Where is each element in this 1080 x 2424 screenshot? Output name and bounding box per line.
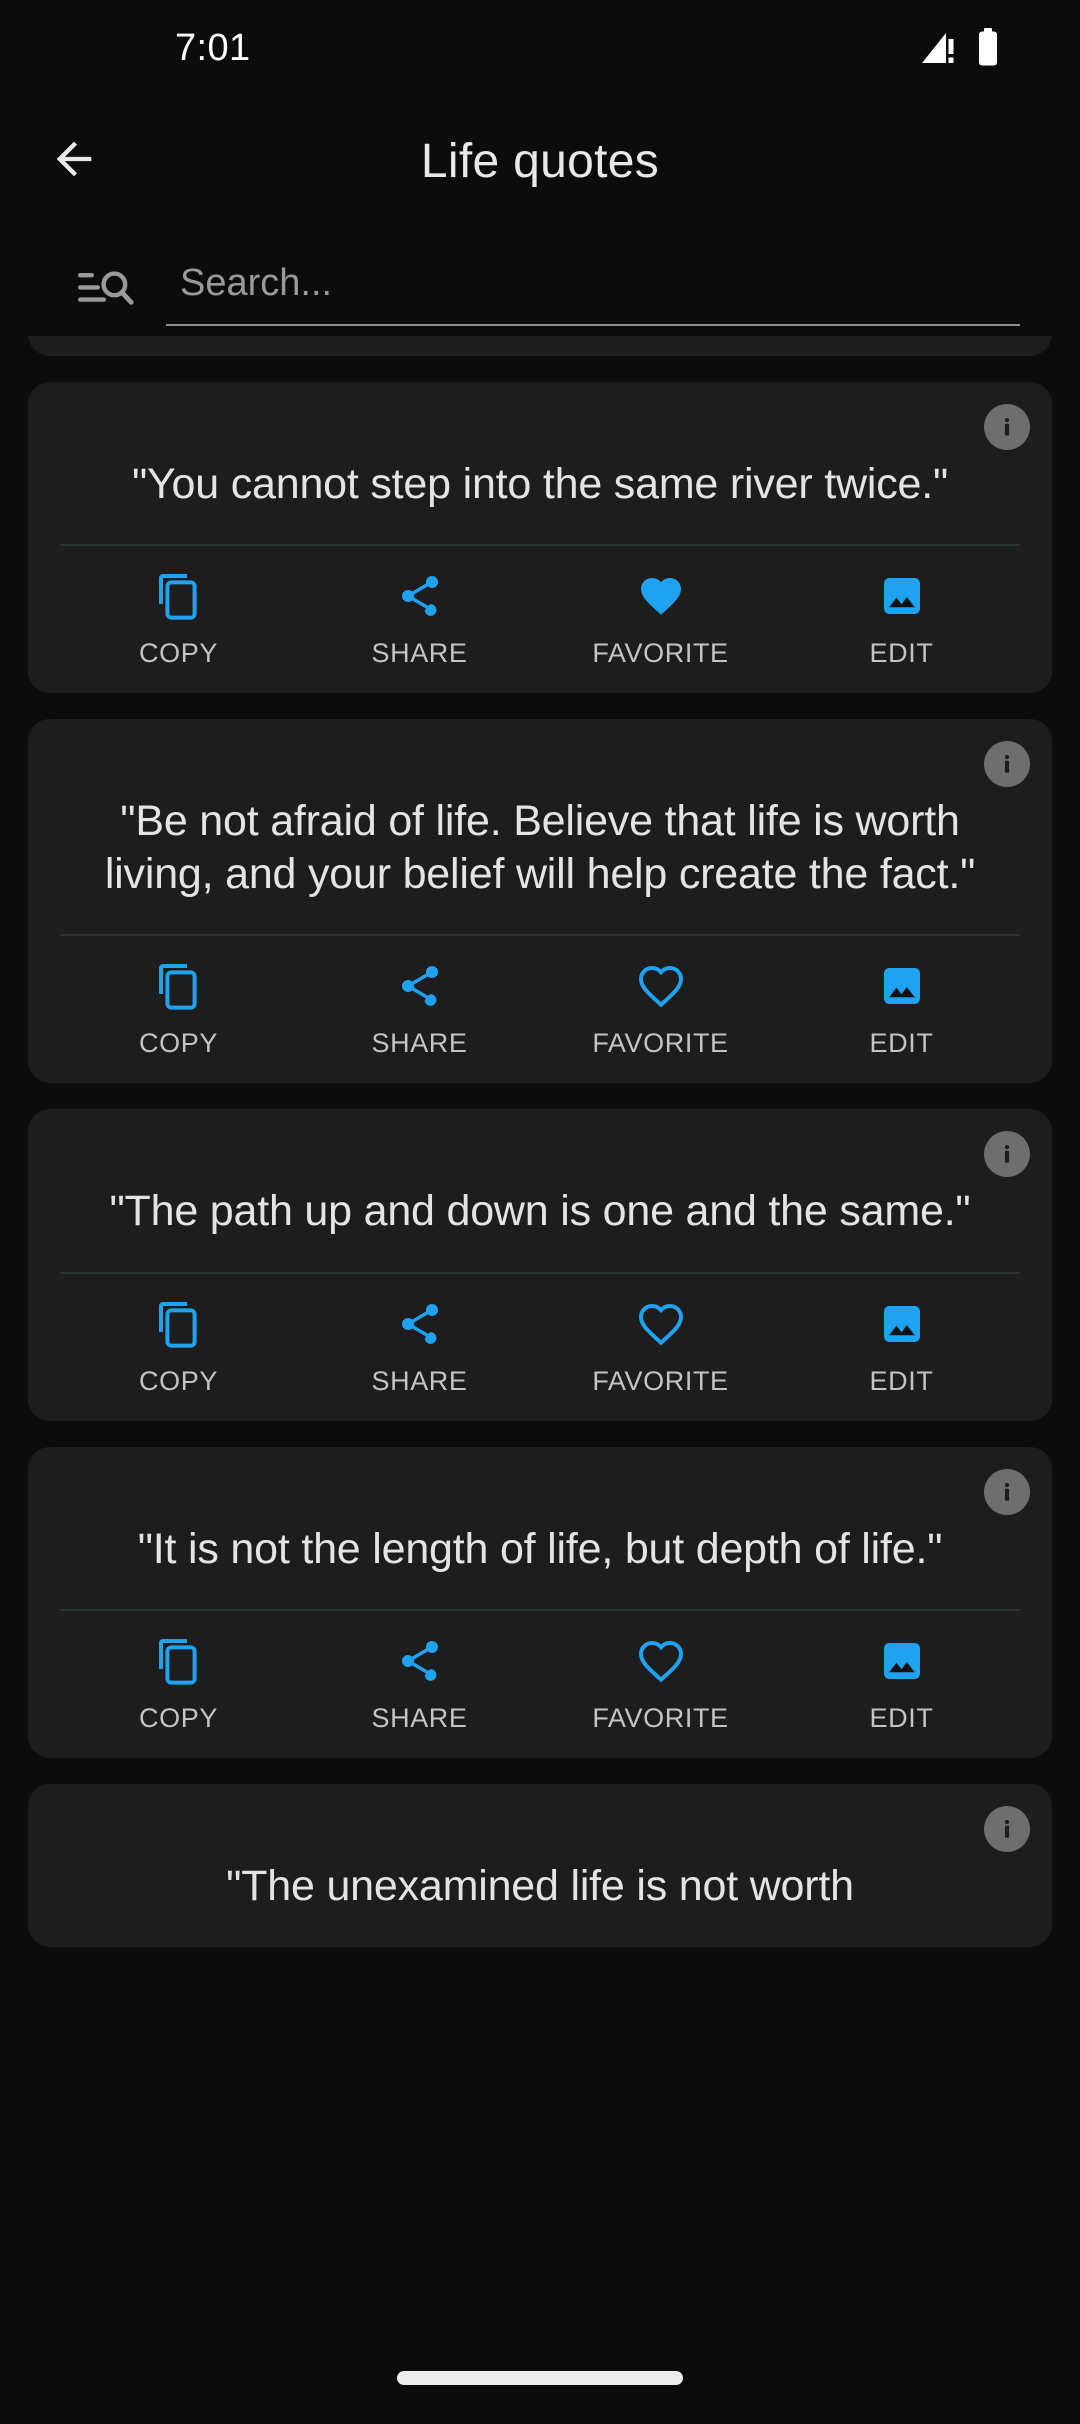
info-button[interactable] [984, 741, 1030, 788]
info-icon [994, 1141, 1020, 1167]
favorite-label: FAVORITE [592, 1365, 729, 1396]
copy-icon [155, 568, 203, 624]
share-icon [396, 1633, 444, 1689]
app-bar: Life quotes [0, 96, 1080, 226]
copy-button[interactable]: COPY [58, 568, 299, 669]
edit-label: EDIT [869, 1365, 934, 1396]
search-field[interactable] [166, 250, 1020, 326]
quote-text: "You cannot step into the same river twi… [131, 460, 949, 508]
share-label: SHARE [371, 1028, 468, 1059]
search-input[interactable] [166, 261, 1020, 313]
heart-icon [637, 568, 685, 624]
favorite-button[interactable]: FAVORITE [540, 1296, 781, 1397]
quote-text: "The unexamined life is not worth [226, 1862, 854, 1911]
edit-label: EDIT [869, 638, 934, 669]
share-label: SHARE [371, 638, 468, 669]
quote-card[interactable]: "You cannot step into the same river twi… [28, 382, 1052, 694]
quote-actions: COPY SHARE [58, 336, 1022, 345]
quote-card[interactable]: COPY SHARE [28, 336, 1052, 356]
status-time: 7:01 [175, 27, 251, 69]
image-icon [878, 958, 926, 1014]
edit-button[interactable]: EDIT [781, 958, 1022, 1059]
copy-icon [155, 1296, 203, 1352]
copy-button[interactable]: COPY [58, 958, 299, 1059]
status-bar: 7:01 [0, 0, 1080, 96]
favorite-button[interactable]: FAVORITE [540, 568, 781, 669]
app-screen: 7:01 Life quotes Search... "You cannot s… [0, 0, 1080, 2424]
favorite-label: FAVORITE [592, 638, 729, 669]
quote-actions: COPY SHARE [58, 936, 1022, 1083]
share-button[interactable]: SHARE [299, 1633, 540, 1734]
copy-label: COPY [139, 1365, 218, 1396]
search-bar [0, 226, 1080, 336]
quote-actions: COPY SHARE [58, 546, 1022, 693]
edit-label: EDIT [869, 1703, 934, 1734]
edit-label: EDIT [869, 1028, 934, 1059]
quote-text: "The path up and down is one and the sam… [109, 1187, 971, 1236]
quote-actions: COPY SHARE [58, 1611, 1022, 1758]
quote-card[interactable]: "Be not afraid of life. Believe that lif… [28, 719, 1052, 1084]
share-button[interactable]: SHARE [299, 1296, 540, 1397]
copy-icon [155, 1633, 203, 1689]
battery-full-icon [976, 28, 1000, 68]
quote-list[interactable]: COPY SHARE [0, 336, 1080, 2332]
page-title: Life quotes [420, 134, 660, 188]
share-button[interactable]: SHARE [299, 568, 540, 669]
info-button[interactable] [984, 1131, 1030, 1178]
share-label: SHARE [371, 1365, 468, 1396]
info-button[interactable] [984, 1468, 1030, 1515]
favorite-button[interactable]: FAVORITE [540, 1633, 781, 1734]
favorite-button[interactable]: FAVORITE [540, 958, 781, 1059]
status-icons [920, 28, 1000, 68]
heart-icon [637, 958, 685, 1014]
copy-button[interactable]: COPY [58, 1296, 299, 1397]
info-icon [994, 1816, 1020, 1842]
quote-card[interactable]: "The path up and down is one and the sam… [28, 1109, 1052, 1421]
favorite-label: FAVORITE [592, 1028, 729, 1059]
image-icon [878, 1633, 926, 1689]
copy-icon [155, 958, 203, 1014]
copy-button[interactable]: COPY [58, 1633, 299, 1734]
image-icon [878, 1296, 926, 1352]
back-button[interactable] [20, 107, 128, 215]
share-icon [396, 568, 444, 624]
home-indicator[interactable] [397, 2371, 683, 2385]
quote-card[interactable]: "The unexamined life is not worth [28, 1784, 1052, 1947]
quote-text: "It is not the length of life, but depth… [137, 1524, 943, 1573]
edit-button[interactable]: EDIT [781, 1633, 1022, 1734]
favorite-label: FAVORITE [592, 1703, 729, 1734]
manage-search-icon [78, 265, 134, 316]
copy-label: COPY [139, 1028, 218, 1059]
edit-button[interactable]: EDIT [781, 1296, 1022, 1397]
info-icon [994, 751, 1020, 777]
cell-signal-alert-icon [920, 29, 962, 67]
info-icon [994, 414, 1020, 440]
edit-button[interactable]: EDIT [781, 568, 1022, 669]
info-icon [994, 1479, 1020, 1505]
share-icon [396, 958, 444, 1014]
copy-label: COPY [139, 1703, 218, 1734]
quote-text: "Be not afraid of life. Believe that lif… [104, 797, 976, 898]
heart-icon [637, 1296, 685, 1352]
system-nav-bar [0, 2332, 1080, 2424]
info-button[interactable] [984, 404, 1030, 450]
quote-card[interactable]: "It is not the length of life, but depth… [28, 1446, 1052, 1759]
share-icon [396, 1296, 444, 1352]
copy-label: COPY [139, 638, 218, 669]
manage-search-button[interactable] [58, 254, 154, 326]
quote-actions: COPY SHARE [58, 1274, 1022, 1421]
share-label: SHARE [371, 1703, 468, 1734]
heart-icon [637, 1633, 685, 1689]
info-button[interactable] [984, 1806, 1030, 1853]
arrow-back-icon [48, 133, 100, 190]
share-button[interactable]: SHARE [299, 958, 540, 1059]
image-icon [878, 568, 926, 624]
